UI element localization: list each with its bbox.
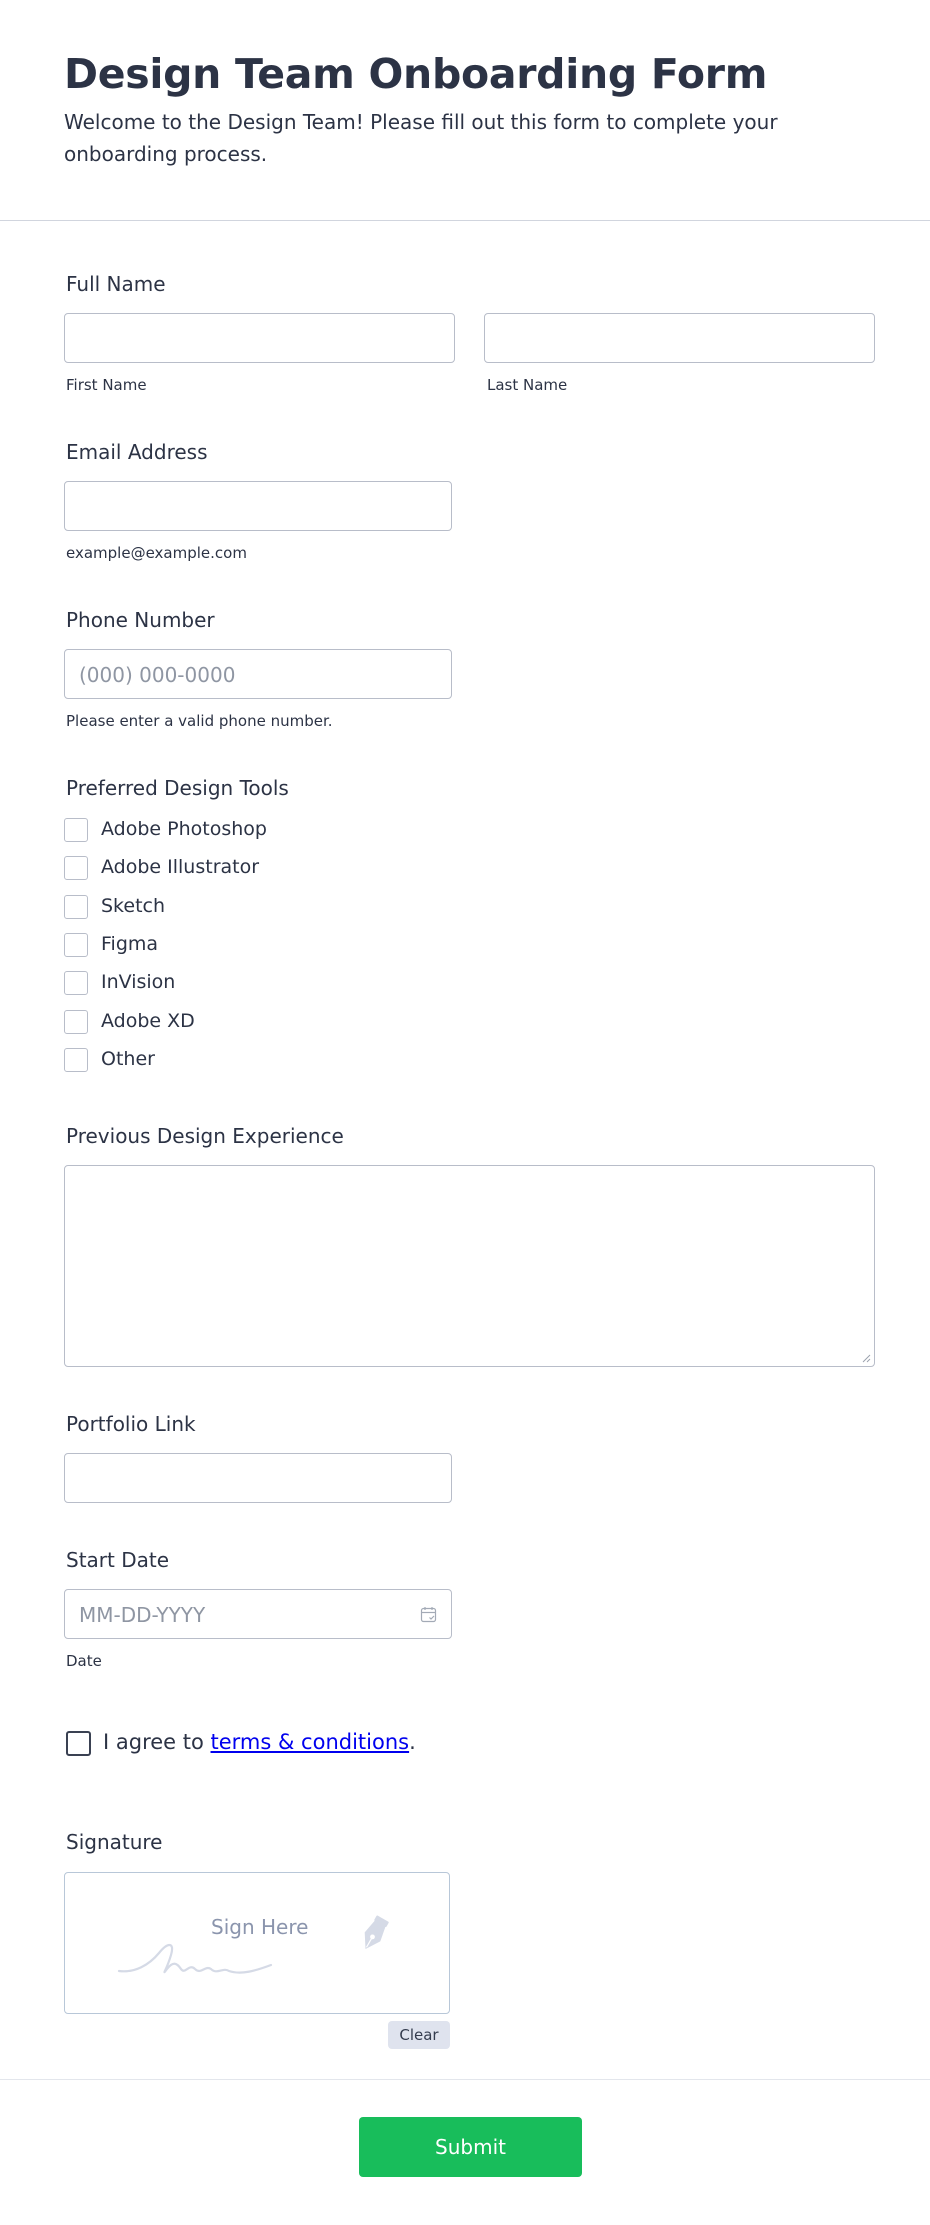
phone-sublabel: Please enter a valid phone number. — [66, 712, 333, 730]
checkbox[interactable] — [64, 895, 88, 919]
first-name-input[interactable] — [64, 313, 455, 363]
start-date-sublabel: Date — [66, 1652, 102, 1670]
email-sublabel: example@example.com — [66, 544, 247, 562]
calendar-icon[interactable] — [420, 1606, 437, 1623]
signature-pad[interactable]: Sign Here — [64, 1872, 450, 2014]
resize-handle-icon[interactable] — [862, 1354, 871, 1363]
signature-label: Signature — [66, 1830, 163, 1854]
phone-label: Phone Number — [66, 608, 215, 632]
checkbox[interactable] — [64, 856, 88, 880]
tool-option-label: Figma — [101, 933, 159, 955]
checkbox[interactable] — [64, 1048, 88, 1072]
tool-option-label: Adobe Photoshop — [101, 818, 267, 840]
full-name-label: Full Name — [66, 272, 166, 296]
checkbox[interactable] — [64, 818, 88, 842]
checkbox[interactable] — [64, 933, 88, 957]
tool-option-label: Adobe XD — [101, 1010, 195, 1032]
tool-option-label: InVision — [101, 971, 176, 993]
footer-divider — [0, 2079, 930, 2080]
terms-link[interactable]: terms & conditions — [211, 1730, 410, 1754]
start-date-input[interactable]: MM-DD-YYYY — [64, 1589, 452, 1639]
form-subtitle: Welcome to the Design Team! Please fill … — [64, 110, 778, 166]
tools-label: Preferred Design Tools — [66, 776, 289, 800]
start-date-placeholder: MM-DD-YYYY — [79, 1603, 206, 1627]
phone-placeholder: (000) 000-0000 — [79, 663, 236, 687]
tool-option-label: Sketch — [101, 895, 166, 917]
form-header: Design Team Onboarding Form Welcome to t… — [0, 0, 930, 221]
submit-button[interactable]: Submit — [359, 2117, 582, 2177]
first-name-sublabel: First Name — [66, 376, 147, 394]
phone-input[interactable]: (000) 000-0000 — [64, 649, 452, 699]
email-label: Email Address — [66, 440, 208, 464]
last-name-input[interactable] — [484, 313, 875, 363]
start-date-label: Start Date — [66, 1548, 170, 1572]
portfolio-input[interactable] — [64, 1453, 452, 1503]
tool-option-label: Other — [101, 1048, 155, 1070]
experience-label: Previous Design Experience — [66, 1124, 344, 1148]
last-name-sublabel: Last Name — [487, 376, 568, 394]
form-title: Design Team Onboarding Form — [64, 50, 768, 98]
terms-text: I agree to terms & conditions. — [103, 1730, 416, 1754]
signature-scribble-icon — [117, 1943, 273, 1974]
pen-nib-icon — [364, 1915, 389, 1949]
tool-option-label: Adobe Illustrator — [101, 856, 260, 878]
portfolio-label: Portfolio Link — [66, 1412, 196, 1436]
checkbox[interactable] — [64, 1010, 88, 1034]
terms-checkbox[interactable] — [66, 1731, 91, 1756]
experience-textarea[interactable] — [64, 1165, 875, 1367]
checkbox[interactable] — [64, 971, 88, 995]
email-input[interactable] — [64, 481, 452, 531]
clear-signature-button[interactable]: Clear — [388, 2021, 450, 2049]
